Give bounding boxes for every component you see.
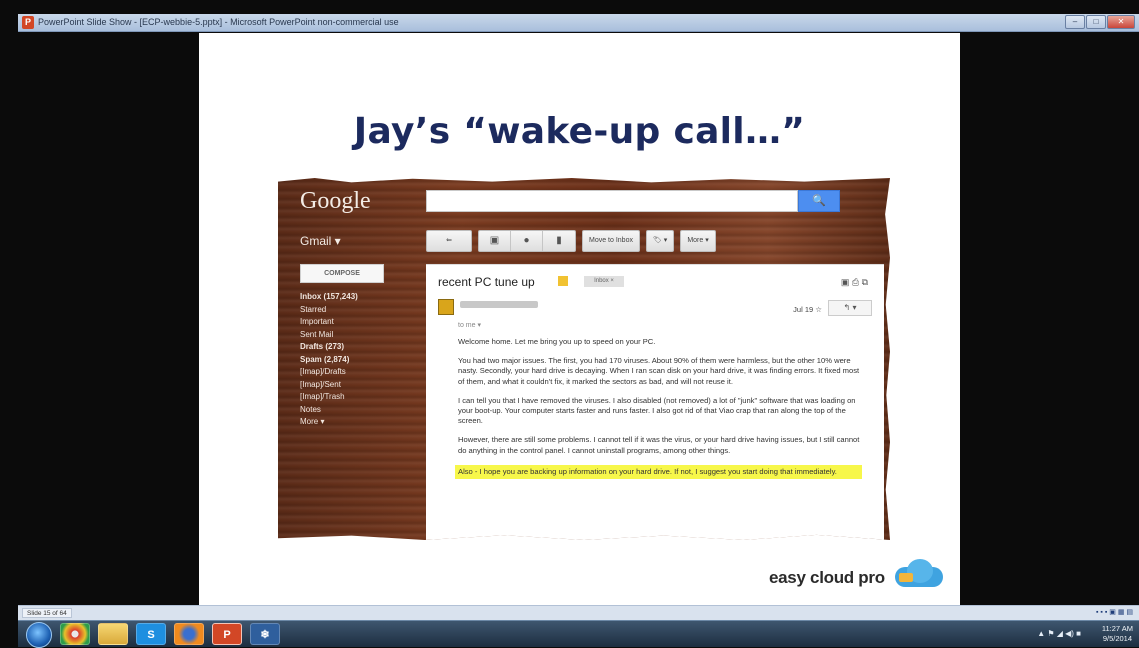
search-icon: 🔍 (798, 190, 840, 212)
email-paragraph: Welcome home. Let me bring you up to spe… (458, 337, 656, 346)
spam-icon: ● (511, 231, 543, 251)
avatar (438, 299, 454, 315)
folder-icon[interactable] (98, 623, 128, 645)
delete-icon: ▮ (556, 235, 562, 246)
sender-name-redacted (460, 301, 538, 308)
firefox-icon[interactable] (174, 623, 204, 645)
sidebar-item-more: More ▾ (300, 417, 325, 426)
system-tray-icons[interactable]: ▲ ⚑ ◢ ◀) ■ (1037, 629, 1081, 638)
email-subject: recent PC tune up (438, 275, 535, 289)
sidebar-item-sent-mail: Sent Mail (300, 329, 334, 339)
clock-time: 11:27 AM (1101, 624, 1133, 633)
reply-icon: ↰ ▾ (828, 300, 872, 316)
sidebar-item-important: Important (300, 317, 334, 326)
easy-cloud-pro-logo: easy cloud pro (769, 568, 885, 587)
sidebar-item-starred: Starred (300, 304, 327, 314)
archive-icon: ▣ (479, 231, 511, 251)
slide-counter: Slide 15 of 64 (22, 608, 72, 618)
sidebar-item-spam: Spam (2,874) (300, 354, 350, 364)
gmail-label: Gmail ▾ (300, 234, 341, 248)
email-paragraph: However, there are still some problems. … (458, 435, 860, 455)
skype-icon[interactable]: S (136, 623, 166, 645)
sidebar-item-drafts: Drafts (273) (300, 342, 345, 351)
sidebar-item-imap-sent: [Imap]/Sent (300, 379, 341, 389)
windows-taskbar: S P ❄ ▲ ⚑ ◢ ◀) ■ 11:27 AM 9/5/2014 (18, 620, 1139, 648)
gmail-search-input (426, 190, 798, 212)
print-icon: ▣ ⎙ ⧉ (840, 277, 868, 287)
sidebar-item-imap-drafts: [Imap]/Drafts (300, 367, 346, 376)
maximize-button[interactable]: □ (1086, 15, 1106, 29)
powerpoint-icon: P (22, 16, 34, 29)
more-button: More ▾ (680, 230, 716, 252)
recipient-line: to me ▾ (458, 322, 481, 329)
window-title: PowerPoint Slide Show - [ECP-webbie-5.pp… (38, 17, 399, 27)
sidebar-item-imap-trash: [Imap]/Trash (300, 392, 345, 401)
sidebar-item-notes: Notes (300, 404, 321, 414)
slide[interactable]: Jay’s “wake-up call…” Google 🔍 Gmail ▾ ⇐… (199, 33, 960, 605)
start-button[interactable] (26, 622, 52, 648)
screen: P PowerPoint Slide Show - [ECP-webbie-5.… (0, 0, 1139, 648)
move-to-inbox-button: Move to Inbox (582, 230, 640, 252)
cloud-icon (889, 559, 949, 589)
window-controls: – □ ✕ (1065, 15, 1135, 29)
close-button[interactable]: ✕ (1107, 15, 1135, 29)
email-paragraph: I can tell you that I have removed the v… (458, 395, 856, 426)
sidebar-item-inbox: Inbox (157,243) (300, 292, 358, 301)
snowflake-icon[interactable]: ❄ (250, 623, 280, 645)
email-body: Welcome home. Let me bring you up to spe… (455, 337, 862, 488)
labels-icon: 🏷 ▾ (645, 230, 675, 252)
taskbar-clock[interactable]: 11:27 AM 9/5/2014 (1102, 624, 1133, 644)
gmail-sidebar: COMPOSE Inbox (157,243) Starred Importan… (300, 264, 410, 429)
slideshow-status-bar: Slide 15 of 64 ▪ ▪ ▪ ▣ ▦ ▤ (18, 605, 1139, 620)
pinned-apps: S P ❄ (60, 623, 280, 645)
google-logo: Google (300, 188, 371, 214)
email-paragraph: You had two major issues. The first, you… (458, 356, 860, 386)
email-pane: recent PC tune up Inbox × ▣ ⎙ ⧉ to me ▾ … (426, 264, 884, 540)
gmail-toolbar: ⇐ ▣ ● ▮ Move to Inbox 🏷 ▾ More ▾ (426, 230, 716, 252)
view-icons[interactable]: ▪ ▪ ▪ ▣ ▦ ▤ (1096, 608, 1133, 616)
email-date: Jul 19 ☆ (793, 305, 822, 314)
action-group: ▣ ● ▮ (478, 230, 576, 252)
minimize-button[interactable]: – (1065, 15, 1085, 29)
slide-title: Jay’s “wake-up call…” (353, 111, 806, 152)
window-title-bar: P PowerPoint Slide Show - [ECP-webbie-5.… (18, 14, 1139, 32)
chrome-icon[interactable] (60, 623, 90, 645)
gmail-screenshot: Google 🔍 Gmail ▾ ⇐ ▣ ● ▮ Move to Inbox 🏷… (278, 178, 890, 540)
powerpoint-taskbar-icon[interactable]: P (212, 623, 242, 645)
inbox-tag: Inbox × (584, 276, 624, 287)
email-highlighted-paragraph: Also - I hope you are backing up informa… (455, 464, 862, 480)
clock-date: 9/5/2014 (1102, 634, 1133, 643)
label-marker-icon (558, 276, 568, 286)
compose-button: COMPOSE (300, 264, 384, 283)
back-icon: ⇐ (426, 230, 472, 252)
